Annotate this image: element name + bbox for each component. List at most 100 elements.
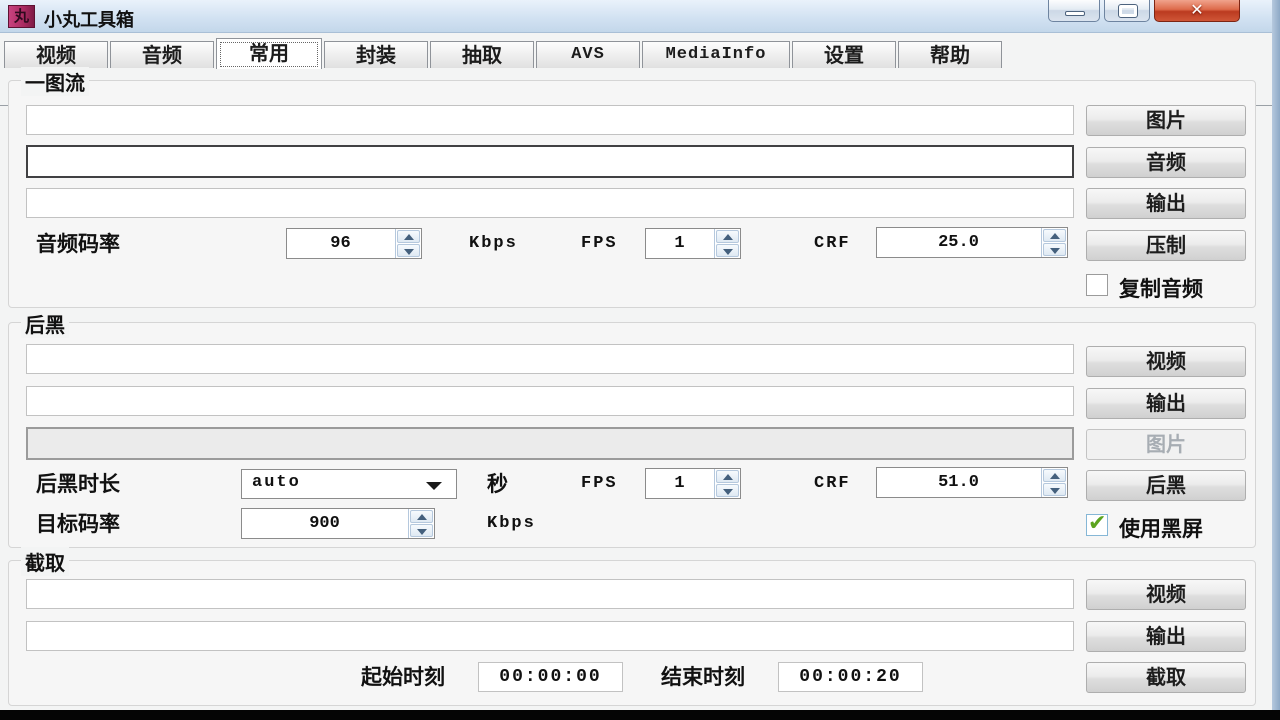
- audio-bitrate-label: 音频码率: [36, 229, 120, 259]
- clip-button[interactable]: 截取: [1086, 662, 1246, 693]
- picture-button-disabled: 图片: [1086, 429, 1246, 460]
- group-one-image-stream: 一图流 音频码率 Kbps FPS CRF: [8, 80, 1256, 308]
- output-button[interactable]: 输出: [1086, 388, 1246, 419]
- target-bitrate-value[interactable]: [242, 509, 407, 538]
- group-append-black: 后黑 后黑时长 auto 秒 FPS CRF 目标码率: [8, 322, 1256, 548]
- minimize-icon: [1065, 11, 1085, 16]
- crf-value[interactable]: [877, 228, 1040, 257]
- check-icon: ✔: [1088, 511, 1106, 536]
- spin-down-icon[interactable]: [1043, 483, 1066, 496]
- spin-down-icon[interactable]: [397, 244, 420, 257]
- crf-spinner[interactable]: [876, 227, 1068, 258]
- minimize-button[interactable]: [1048, 0, 1100, 22]
- tab-avs[interactable]: AVS: [536, 41, 640, 68]
- crf-spin-buttons: [1041, 228, 1067, 257]
- group-append-black-legend: 后黑: [21, 309, 69, 338]
- fps-spin-buttons: [714, 469, 740, 498]
- group-clip: 截取 起始时刻 结束时刻 视频 输出 截取: [8, 560, 1256, 706]
- tab-focus-rect: [220, 42, 318, 67]
- video-button[interactable]: 视频: [1086, 346, 1246, 377]
- audio-bitrate-value[interactable]: [287, 229, 394, 258]
- target-bitrate-label: 目标码率: [36, 509, 120, 539]
- tab-mediainfo[interactable]: MediaInfo: [642, 41, 790, 68]
- tab-help[interactable]: 帮助: [898, 41, 1002, 68]
- append-black-button[interactable]: 后黑: [1086, 470, 1246, 501]
- crf-spinner[interactable]: [876, 467, 1068, 498]
- tab-bar: 视频 音频 常用 封装 抽取 AVS MediaInfo 设置 帮助: [0, 38, 1272, 68]
- tab-video[interactable]: 视频: [4, 41, 108, 68]
- use-black-screen-checkbox[interactable]: ✔: [1086, 514, 1108, 536]
- close-icon: ✕: [1155, 0, 1239, 19]
- seconds-unit-label: 秒: [487, 469, 508, 499]
- black-duration-label: 后黑时长: [36, 469, 120, 499]
- audio-bitrate-spin-buttons: [395, 229, 421, 258]
- fps-spinner[interactable]: [645, 468, 741, 499]
- crf-label: CRF: [814, 229, 851, 259]
- picture-button[interactable]: 图片: [1086, 105, 1246, 136]
- audio-bitrate-unit-label: Kbps: [469, 229, 518, 259]
- start-time-input[interactable]: [478, 662, 623, 692]
- audio-button[interactable]: 音频: [1086, 147, 1246, 178]
- target-bitrate-spinner[interactable]: [241, 508, 435, 539]
- chevron-down-icon: [426, 482, 442, 490]
- fps-value[interactable]: [646, 229, 713, 258]
- video-path-input[interactable]: [26, 579, 1074, 609]
- window-title: 小丸工具箱: [44, 6, 134, 32]
- target-bitrate-spin-buttons: [408, 509, 434, 538]
- picture-path-input[interactable]: [26, 105, 1074, 135]
- spin-up-icon[interactable]: [1043, 469, 1066, 482]
- spin-up-icon[interactable]: [397, 230, 420, 243]
- maximize-icon: [1119, 5, 1137, 17]
- fps-value[interactable]: [646, 469, 713, 498]
- crf-spin-buttons: [1041, 468, 1067, 497]
- crf-value[interactable]: [877, 468, 1040, 497]
- video-button[interactable]: 视频: [1086, 579, 1246, 610]
- tab-mux[interactable]: 封装: [324, 41, 428, 68]
- group-one-image-stream-legend: 一图流: [21, 67, 89, 96]
- app-icon-glyph: 丸: [14, 7, 29, 25]
- video-path-input[interactable]: [26, 344, 1074, 374]
- spin-up-icon[interactable]: [716, 230, 739, 243]
- spin-down-icon[interactable]: [410, 524, 433, 537]
- title-bar: 丸 小丸工具箱 ✕: [0, 0, 1272, 33]
- group-clip-legend: 截取: [21, 547, 69, 576]
- tab-common[interactable]: 常用: [216, 38, 322, 69]
- end-time-input[interactable]: [778, 662, 923, 692]
- crf-label: CRF: [814, 469, 851, 499]
- output-path-input[interactable]: [26, 621, 1074, 651]
- copy-audio-checkbox[interactable]: [1086, 274, 1108, 296]
- tab-settings[interactable]: 设置: [792, 41, 896, 68]
- fps-spinner[interactable]: [645, 228, 741, 259]
- spin-up-icon[interactable]: [716, 470, 739, 483]
- audio-bitrate-spinner[interactable]: [286, 228, 422, 259]
- window-right-border: [1272, 0, 1280, 710]
- app-window: 丸 小丸工具箱 ✕ 视频 音频 常用 封装 抽取 AVS MediaInfo 设…: [0, 0, 1272, 710]
- start-time-label: 起始时刻: [361, 662, 445, 692]
- fps-label: FPS: [581, 229, 618, 259]
- spin-down-icon[interactable]: [716, 484, 739, 497]
- output-path-input[interactable]: [26, 386, 1074, 416]
- fps-spin-buttons: [714, 229, 740, 258]
- output-path-input[interactable]: [26, 188, 1074, 218]
- use-black-screen-label: 使用黑屏: [1119, 513, 1203, 543]
- spin-down-icon[interactable]: [716, 244, 739, 257]
- screen-bottom-black-bar: [0, 710, 1280, 720]
- tab-extract[interactable]: 抽取: [430, 41, 534, 68]
- black-duration-value: auto: [252, 473, 301, 492]
- spin-up-icon[interactable]: [1043, 229, 1066, 242]
- audio-path-input[interactable]: [26, 145, 1074, 178]
- target-bitrate-unit-label: Kbps: [487, 509, 536, 539]
- spin-down-icon[interactable]: [1043, 243, 1066, 256]
- copy-audio-label: 复制音频: [1119, 273, 1203, 303]
- maximize-button[interactable]: [1104, 0, 1150, 22]
- output-button[interactable]: 输出: [1086, 621, 1246, 652]
- picture-path-input-disabled: [26, 427, 1074, 460]
- app-icon: 丸: [8, 5, 35, 28]
- spin-up-icon[interactable]: [410, 510, 433, 523]
- tab-audio[interactable]: 音频: [110, 41, 214, 68]
- output-button[interactable]: 输出: [1086, 188, 1246, 219]
- fps-label: FPS: [581, 469, 618, 499]
- close-button[interactable]: ✕: [1154, 0, 1240, 22]
- black-duration-combobox[interactable]: auto: [241, 469, 457, 499]
- encode-button[interactable]: 压制: [1086, 230, 1246, 261]
